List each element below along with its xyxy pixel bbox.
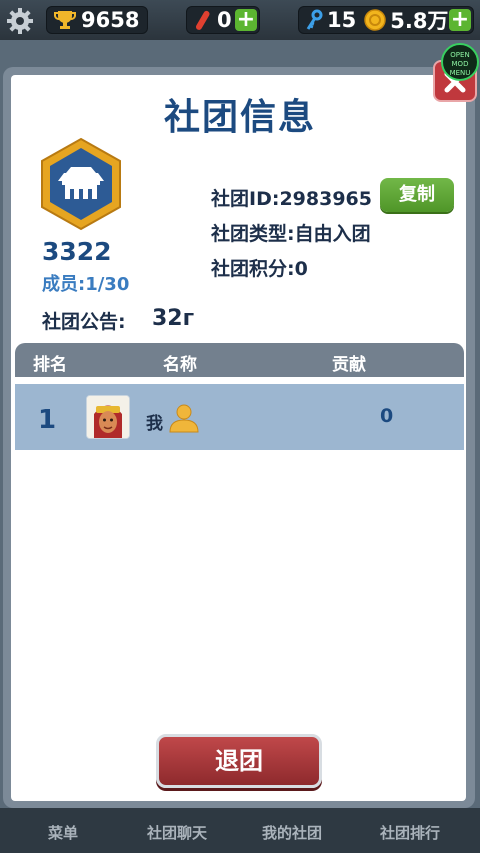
nav-club-ranking[interactable]: 社团排行	[380, 822, 440, 843]
nav-menu[interactable]: 菜单	[48, 822, 78, 843]
club-type: 社团类型:自由入团	[211, 223, 371, 245]
nav-my-club[interactable]: 我的社团	[262, 822, 322, 843]
leave-club-button[interactable]: 退团	[156, 734, 322, 788]
member-table-header: 排名 名称 贡献	[15, 343, 464, 377]
club-number: 3322	[42, 237, 112, 266]
header-name: 名称	[163, 355, 197, 375]
row-contribution: 0	[380, 405, 394, 427]
avatar-icon	[86, 395, 130, 439]
hoverboard-icon	[196, 10, 210, 30]
mod-menu-line1: OPEN	[450, 51, 470, 59]
nav-club-chat[interactable]: 社团聊天	[147, 822, 207, 843]
coin-icon	[364, 9, 386, 31]
top-bar: 9658 0 + 15 5.8万 +	[0, 0, 480, 40]
club-id: 社团ID:2983965	[211, 188, 372, 210]
key-count: 15	[327, 8, 357, 32]
notice-label: 社团公告:	[42, 311, 126, 333]
mod-menu-line2: MOD MENU	[449, 60, 471, 77]
row-rank: 1	[38, 405, 57, 435]
buy-coins-button[interactable]: +	[449, 9, 471, 31]
person-icon	[169, 404, 199, 433]
header-contribution: 贡献	[332, 355, 366, 375]
club-badge-icon	[41, 137, 121, 231]
hoverboard-counter: 0 +	[186, 6, 260, 34]
member-count: 成员:1/30	[42, 274, 130, 295]
gear-icon[interactable]	[6, 7, 34, 35]
trophy-icon	[54, 11, 76, 29]
buy-hoverboard-button[interactable]: +	[235, 9, 257, 31]
key-counter: 15 5.8万 +	[298, 6, 474, 34]
coin-count: 5.8万	[390, 9, 449, 33]
dialog-title: 社团信息	[163, 97, 316, 138]
copy-button[interactable]: 复制	[380, 178, 454, 212]
club-points: 社团积分:0	[211, 258, 308, 280]
key-icon	[306, 9, 323, 30]
trophy-count: 9658	[81, 8, 140, 32]
row-name: 我	[146, 414, 163, 434]
notice-value: 32г	[152, 306, 195, 331]
header-rank: 排名	[33, 355, 67, 375]
trophy-counter: 9658	[46, 6, 148, 34]
hoverboard-count: 0	[217, 8, 232, 32]
table-row[interactable]	[15, 384, 464, 450]
mod-menu-button[interactable]: OPEN MOD MENU	[441, 43, 479, 81]
